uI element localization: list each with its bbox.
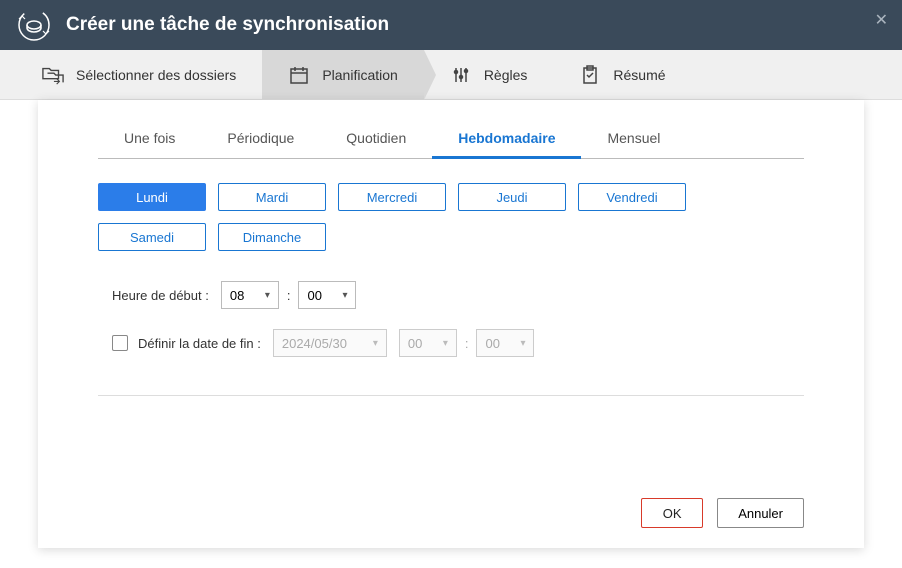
sync-icon <box>16 7 52 43</box>
step-schedule[interactable]: Planification <box>262 50 424 99</box>
end-min-select: 00 ▾ <box>476 329 534 357</box>
end-hour-select: 00 ▾ <box>399 329 457 357</box>
tab-once[interactable]: Une fois <box>98 120 201 158</box>
clipboard-icon <box>579 64 601 86</box>
step-label: Sélectionner des dossiers <box>76 67 236 83</box>
titlebar-title: Créer une tâche de synchronisation <box>66 14 389 36</box>
dialog-footer: OK Annuler <box>98 480 804 528</box>
calendar-icon <box>288 64 310 86</box>
day-thursday[interactable]: Jeudi <box>458 183 566 211</box>
ok-button[interactable]: OK <box>641 498 703 528</box>
day-picker: Lundi Mardi Mercredi Jeudi Vendredi Same… <box>98 183 804 251</box>
folders-icon <box>42 64 64 86</box>
day-friday[interactable]: Vendredi <box>578 183 686 211</box>
tab-daily[interactable]: Quotidien <box>320 120 432 158</box>
end-date-select: 2024/05/30 ▾ <box>273 329 387 357</box>
tab-monthly[interactable]: Mensuel <box>581 120 686 158</box>
day-saturday[interactable]: Samedi <box>98 223 206 251</box>
divider <box>98 395 804 396</box>
chevron-down-icon: ▾ <box>265 290 270 301</box>
day-monday[interactable]: Lundi <box>98 183 206 211</box>
tab-weekly[interactable]: Hebdomadaire <box>432 120 581 159</box>
step-label: Règles <box>484 67 528 83</box>
end-date-label: Définir la date de fin : <box>138 336 261 351</box>
close-icon[interactable]: ✕ <box>875 10 888 30</box>
step-rules[interactable]: Règles <box>424 50 554 99</box>
schedule-dialog: Une fois Périodique Quotidien Hebdomadai… <box>38 100 864 548</box>
cancel-button[interactable]: Annuler <box>717 498 804 528</box>
tab-periodic[interactable]: Périodique <box>201 120 320 158</box>
chevron-down-icon: ▾ <box>373 338 378 349</box>
start-time-row: Heure de début : 08 ▾ : 00 ▾ <box>112 281 804 309</box>
end-date-row: Définir la date de fin : 2024/05/30 ▾ 00… <box>112 329 804 357</box>
sliders-icon <box>450 64 472 86</box>
step-folders[interactable]: Sélectionner des dossiers <box>16 50 262 99</box>
frequency-tabs: Une fois Périodique Quotidien Hebdomadai… <box>98 120 804 159</box>
chevron-down-icon: ▾ <box>342 290 347 301</box>
start-min-select[interactable]: 00 ▾ <box>298 281 356 309</box>
chevron-down-icon: ▾ <box>443 338 448 349</box>
step-label: Planification <box>322 67 398 83</box>
stepper: Sélectionner des dossiers Planification … <box>0 50 902 100</box>
step-label: Résumé <box>613 67 665 83</box>
start-time-label: Heure de début : <box>112 288 209 303</box>
end-date-checkbox[interactable] <box>112 335 128 351</box>
step-summary[interactable]: Résumé <box>553 50 691 99</box>
day-wednesday[interactable]: Mercredi <box>338 183 446 211</box>
start-hour-select[interactable]: 08 ▾ <box>221 281 279 309</box>
day-tuesday[interactable]: Mardi <box>218 183 326 211</box>
day-sunday[interactable]: Dimanche <box>218 223 326 251</box>
titlebar: Créer une tâche de synchronisation ✕ <box>0 0 902 50</box>
chevron-down-icon: ▾ <box>520 338 525 349</box>
